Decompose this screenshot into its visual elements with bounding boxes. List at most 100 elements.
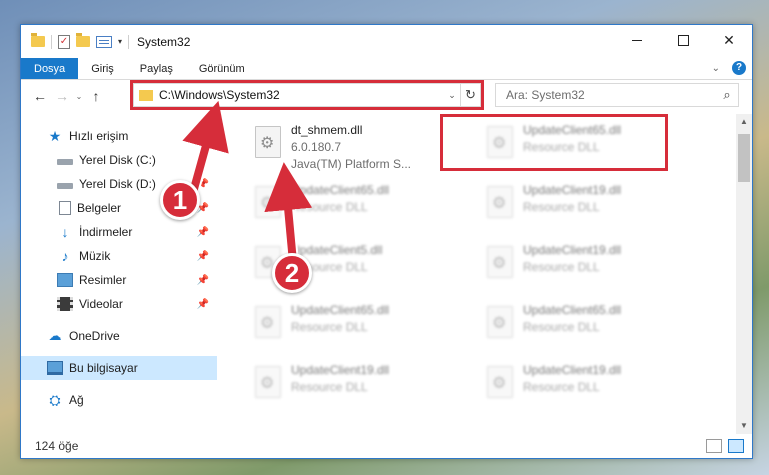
recent-locations-chevron-icon[interactable]: ⌄ [73,92,85,101]
file-name: UpdateClient19.dll [523,363,622,377]
arrow-up-icon[interactable]: ↑ [85,88,107,104]
explorer-body: ★ Hızlı erişim Yerel Disk (C:) 📌 Yerel D… [21,114,752,434]
sidebar-item-label: Yerel Disk (C:) [79,153,156,167]
ribbon-right-controls: ⌄ ? [712,61,746,75]
vertical-scrollbar[interactable]: ▲ ▼ [736,114,752,434]
sidebar-item-label: Videolar [79,297,123,311]
sidebar-item-downloads[interactable]: ↓ İndirmeler 📌 [21,220,217,244]
file-description: Resource DLL [523,200,600,214]
sidebar-item-label: Resimler [79,273,127,287]
arrow-right-icon[interactable]: → [51,88,73,104]
search-input[interactable]: Ara: System32 [506,88,716,102]
step-marker-2: 2 [272,253,312,293]
ribbon-tabs: Dosya Giriş Paylaş Görünüm ⌄ ? [21,58,752,80]
pictures-icon [57,273,73,287]
sidebar-item-quick-access[interactable]: ★ Hızlı erişim [21,124,217,148]
file-name: UpdateClient19.dll [291,363,390,377]
dll-file-icon [487,366,513,398]
pin-icon[interactable]: 📌 [197,275,209,286]
sidebar-item-this-pc[interactable]: Bu bilgisayar [21,356,217,380]
star-icon: ★ [48,128,62,144]
tab-paylas[interactable]: Paylaş [127,58,186,79]
minimize-button[interactable] [614,25,660,55]
pin-icon[interactable]: 📌 [197,155,209,166]
details-view-icon[interactable] [706,439,722,453]
document-icon [59,201,71,215]
dll-file-icon [487,186,513,218]
tab-giris[interactable]: Giriş [78,58,127,79]
sidebar-item-music[interactable]: ♪ Müzik 📌 [21,244,217,268]
file-item[interactable]: UpdateClient65.dll Resource DLL [479,296,699,352]
maximize-button[interactable] [660,25,706,55]
toolbar-separator [128,34,130,49]
file-item[interactable]: UpdateClient19.dll Resource DLL [479,236,699,292]
dll-file-icon [255,306,281,338]
sidebar-item-label: Belgeler [77,201,122,215]
dll-file-icon [255,126,281,158]
arrow-left-icon[interactable]: ← [29,88,51,104]
sidebar-item-pictures[interactable]: Resimler 📌 [21,268,217,292]
view-switcher [706,439,744,453]
cloud-icon: ☁ [48,328,62,343]
chevron-down-icon[interactable]: ▾ [118,37,122,46]
dll-file-icon [487,246,513,278]
folder-icon [31,33,45,47]
quick-access-toolbar: ✓ ▾ [31,33,130,49]
file-description: Resource DLL [291,320,368,334]
scroll-thumb[interactable] [738,134,750,182]
file-description: Resource DLL [291,380,368,394]
network-icon: ⛭ [49,392,61,408]
sidebar-item-onedrive[interactable]: ☁ OneDrive [21,324,217,348]
file-item[interactable]: UpdateClient65.dll Resource DLL [247,176,467,232]
window-title: System32 [137,34,191,49]
music-icon: ♪ [61,248,69,264]
file-item-dt-shmem[interactable]: dt_shmem.dll 6.0.180.7 Java(TM) Platform… [247,116,467,172]
computer-icon [47,361,63,375]
tiles-view-icon[interactable] [728,439,744,453]
file-highlight-box [440,114,668,171]
scroll-up-icon[interactable]: ▲ [736,114,752,130]
file-item[interactable]: UpdateClient19.dll Resource DLL [479,176,699,232]
file-item[interactable]: UpdateClient19.dll Resource DLL [479,356,699,412]
scroll-down-icon[interactable]: ▼ [736,418,752,434]
file-item[interactable]: UpdateClient65.dll Resource DLL [247,296,467,352]
file-description: Resource DLL [523,380,600,394]
sidebar-item-label: Hızlı erişim [69,129,129,143]
pin-icon[interactable]: 📌 [197,179,209,190]
dll-file-icon [255,186,281,218]
help-icon[interactable]: ? [732,61,746,75]
window-controls: ✕ [614,25,752,55]
properties-check-icon[interactable]: ✓ [58,34,70,49]
properties-icon[interactable] [96,35,112,48]
file-name: dt_shmem.dll [291,123,363,137]
file-name: UpdateClient65.dll [291,183,390,197]
download-icon: ↓ [61,224,69,240]
sidebar-item-label: OneDrive [69,329,120,343]
pin-icon[interactable]: 📌 [197,227,209,238]
sidebar-item-local-disk-c[interactable]: Yerel Disk (C:) 📌 [21,148,217,172]
pin-icon[interactable]: 📌 [197,251,209,262]
sidebar-item-label: Ağ [69,393,84,407]
file-description: Resource DLL [523,260,600,274]
navigation-pane: ★ Hızlı erişim Yerel Disk (C:) 📌 Yerel D… [21,114,217,434]
navigation-bar: ← → ⌄ ↑ C:\Windows\System32 ⌄ ↻ Ara: Sys… [21,80,752,112]
pin-icon[interactable]: 📌 [197,299,209,310]
status-bar: 124 öğe [21,434,752,458]
expand-ribbon-icon[interactable]: ⌄ [712,63,720,74]
search-box[interactable]: Ara: System32 ⌕ [495,83,739,107]
address-highlight-box [130,80,484,110]
sidebar-item-videos[interactable]: Videolar 📌 [21,292,217,316]
file-name: UpdateClient65.dll [291,303,390,317]
file-name: UpdateClient19.dll [523,183,622,197]
file-name: UpdateClient5.dll [291,243,383,257]
new-folder-icon[interactable] [76,33,90,47]
search-icon[interactable]: ⌕ [716,87,738,103]
tab-dosya[interactable]: Dosya [21,58,79,79]
sidebar-item-network[interactable]: ⛭ Ağ [21,388,217,412]
file-item[interactable]: UpdateClient19.dll Resource DLL [247,356,467,412]
tab-gorunum[interactable]: Görünüm [186,58,258,79]
disk-icon [57,183,73,189]
close-button[interactable]: ✕ [706,25,752,55]
